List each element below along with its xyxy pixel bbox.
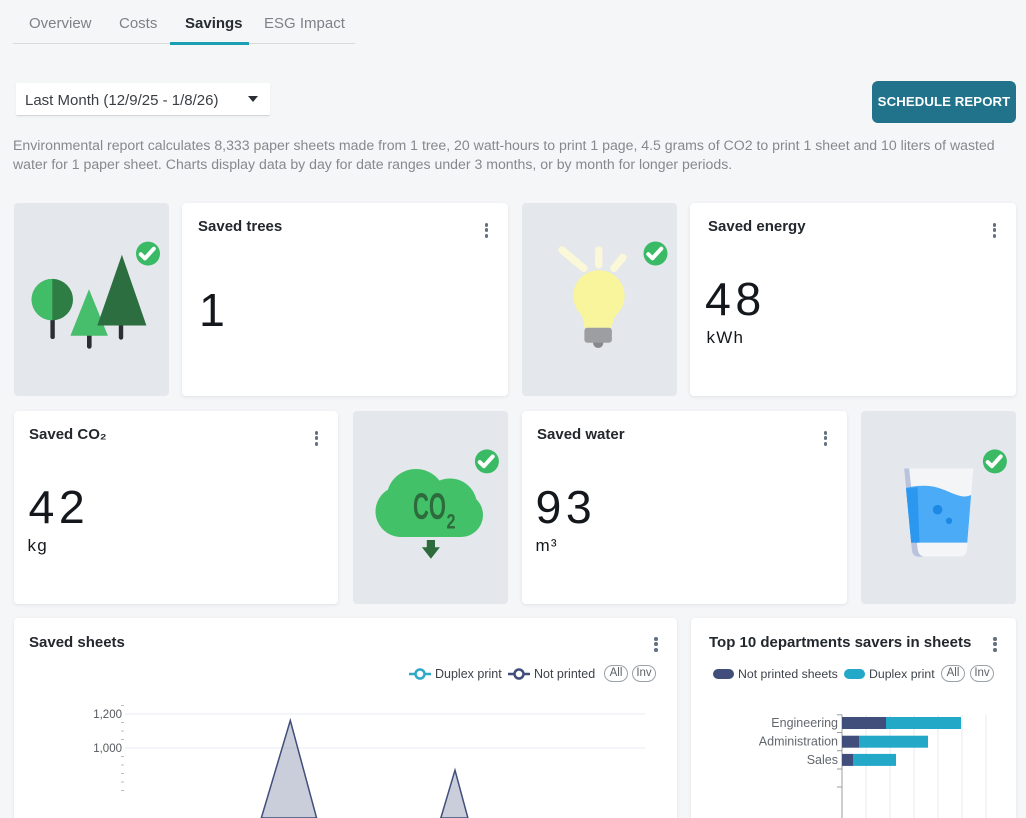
svg-text:1,000: 1,000 — [93, 743, 122, 755]
svg-text:CO: CO — [413, 486, 446, 527]
svg-text:1,200: 1,200 — [93, 709, 122, 721]
svg-text:2: 2 — [447, 511, 456, 534]
svg-text:Engineering: Engineering — [771, 716, 838, 730]
svg-text:Administration: Administration — [759, 735, 838, 749]
svg-text:Sales: Sales — [807, 753, 838, 767]
